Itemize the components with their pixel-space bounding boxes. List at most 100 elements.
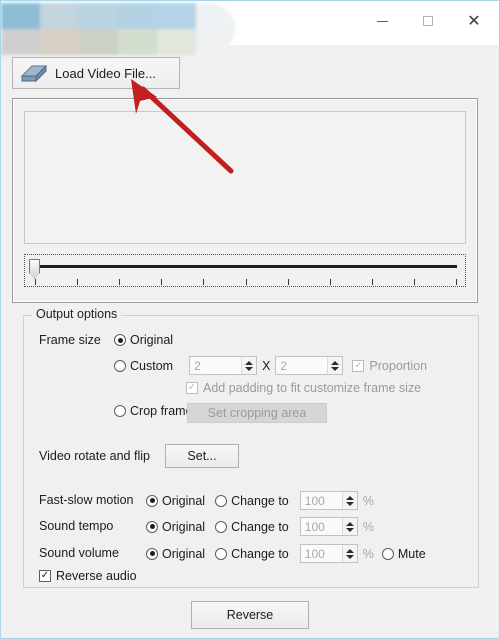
radio-dot-icon (114, 359, 126, 372)
frame-size-label: Frame size (39, 333, 101, 347)
video-rotate-flip-label: Video rotate and flip (39, 449, 150, 463)
sound-tempo-value[interactable]: 100 (301, 518, 342, 535)
minimize-icon (376, 20, 388, 22)
reverse-audio-checkbox[interactable]: ✓ Reverse audio (39, 569, 137, 583)
stepper-up-icon[interactable] (331, 360, 340, 365)
sound-volume-mute-label: Mute (397, 546, 426, 561)
frame-size-original-radio[interactable]: Original (114, 333, 173, 347)
sound-tempo-stepper-arrows[interactable] (341, 518, 357, 535)
checkmark-icon: ✓ (40, 570, 50, 581)
rotate-flip-set-label: Set... (187, 449, 217, 463)
set-cropping-area-button[interactable]: Set cropping area (187, 403, 327, 423)
title-bar: ✕ (1, 1, 499, 55)
timeline-ticks (35, 279, 457, 285)
maximize-icon (423, 16, 433, 26)
stepper-up-icon[interactable] (345, 521, 354, 526)
add-padding-checkbox[interactable]: ✓ Add padding to fit customize frame siz… (186, 381, 421, 395)
sound-volume-value[interactable]: 100 (301, 545, 342, 562)
frame-size-separator: X (262, 358, 271, 373)
timeline-tick (77, 279, 79, 285)
radio-dot-icon (146, 520, 158, 533)
timeline-tick (413, 279, 415, 285)
radio-dot-icon (114, 405, 126, 417)
video-preview-panel (12, 98, 478, 303)
stepper-down-icon[interactable] (345, 554, 354, 559)
frame-height-value[interactable]: 2 (276, 357, 327, 374)
output-options-legend: Output options (32, 307, 122, 321)
fast-slow-motion-stepper[interactable]: 100 (299, 491, 358, 510)
timeline-tick (245, 279, 247, 285)
checkbox-box-icon: ✓ (39, 570, 51, 582)
timeline-track[interactable] (35, 265, 457, 268)
radio-dot-icon (114, 334, 126, 346)
rotate-flip-set-button[interactable]: Set... (165, 444, 239, 468)
stepper-down-icon[interactable] (245, 366, 254, 371)
sound-volume-original-label: Original (162, 546, 206, 561)
timeline-tick (203, 279, 205, 285)
stepper-up-icon[interactable] (345, 548, 354, 553)
sound-volume-change-radio[interactable]: Change to (215, 547, 289, 561)
timeline-slider[interactable] (24, 254, 466, 287)
frame-size-custom-radio[interactable]: Custom (114, 359, 173, 373)
stepper-down-icon[interactable] (331, 366, 340, 371)
fast-slow-motion-label: Fast-slow motion (39, 493, 134, 507)
checkbox-box-icon: ✓ (186, 382, 198, 394)
sound-volume-mute-radio[interactable]: Mute (381, 546, 426, 561)
minimize-button[interactable] (359, 1, 405, 41)
sound-tempo-stepper[interactable]: 100 (299, 517, 358, 536)
timeline-thumb[interactable] (29, 259, 40, 279)
sound-volume-unit: % (362, 546, 374, 561)
stepper-down-icon[interactable] (345, 501, 354, 506)
proportion-checkbox[interactable]: ✓ Proportion (352, 359, 427, 373)
frame-width-value[interactable]: 2 (190, 357, 241, 374)
timeline-tick (329, 279, 331, 285)
fast-slow-motion-unit: % (362, 493, 374, 508)
frame-size-original-label: Original (130, 333, 174, 347)
sound-tempo-label: Sound tempo (39, 519, 114, 533)
fast-slow-motion-value[interactable]: 100 (301, 492, 342, 509)
checkmark-icon: ✓ (187, 382, 197, 393)
sound-tempo-change-radio[interactable]: Change to (215, 520, 289, 534)
sound-tempo-unit: % (362, 519, 374, 534)
sound-volume-label: Sound volume (39, 546, 119, 560)
app-window: ✕ Load Video File... Output options Fram… (0, 0, 500, 639)
frame-height-stepper-arrows[interactable] (327, 357, 343, 374)
close-button[interactable]: ✕ (451, 1, 497, 41)
fast-slow-motion-stepper-arrows[interactable] (341, 492, 357, 509)
sound-volume-stepper-arrows[interactable] (341, 545, 357, 562)
reverse-button-label: Reverse (226, 608, 274, 622)
sound-volume-change-label: Change to (231, 546, 289, 561)
sound-volume-stepper[interactable]: 100 (299, 544, 358, 563)
checkbox-box-icon: ✓ (352, 359, 365, 372)
radio-dot-icon (215, 520, 228, 533)
crop-frame-radio[interactable]: Crop frame (114, 404, 193, 418)
sound-tempo-original-radio[interactable]: Original (146, 520, 205, 534)
folder-video-icon (19, 61, 49, 85)
stepper-down-icon[interactable] (345, 527, 354, 532)
reverse-audio-label: Reverse audio (56, 569, 137, 583)
fast-slow-motion-change-label: Change to (231, 493, 289, 508)
sound-volume-original-radio[interactable]: Original (146, 547, 205, 561)
stepper-up-icon[interactable] (345, 495, 354, 500)
frame-width-stepper[interactable]: 2 (189, 356, 258, 375)
frame-size-custom-label: Custom (130, 358, 174, 373)
timeline-tick (119, 279, 121, 285)
add-padding-label: Add padding to fit customize frame size (203, 381, 422, 395)
radio-dot-icon (381, 547, 394, 560)
timeline-tick (287, 279, 289, 285)
maximize-button[interactable] (405, 1, 451, 41)
radio-dot-icon (146, 547, 158, 560)
fast-slow-motion-original-radio[interactable]: Original (146, 494, 205, 508)
load-video-file-label: Load Video File... (55, 65, 156, 81)
set-cropping-area-label: Set cropping area (207, 406, 307, 420)
reverse-button[interactable]: Reverse (191, 601, 309, 629)
stepper-up-icon[interactable] (245, 360, 254, 365)
load-video-file-button[interactable]: Load Video File... (12, 57, 180, 89)
frame-height-stepper[interactable]: 2 (275, 356, 344, 375)
frame-width-stepper-arrows[interactable] (241, 357, 257, 374)
timeline-tick (371, 279, 373, 285)
sound-tempo-change-label: Change to (231, 519, 289, 534)
fast-slow-motion-change-radio[interactable]: Change to (215, 494, 289, 508)
radio-dot-icon (215, 494, 228, 507)
video-preview-canvas[interactable] (24, 111, 466, 244)
